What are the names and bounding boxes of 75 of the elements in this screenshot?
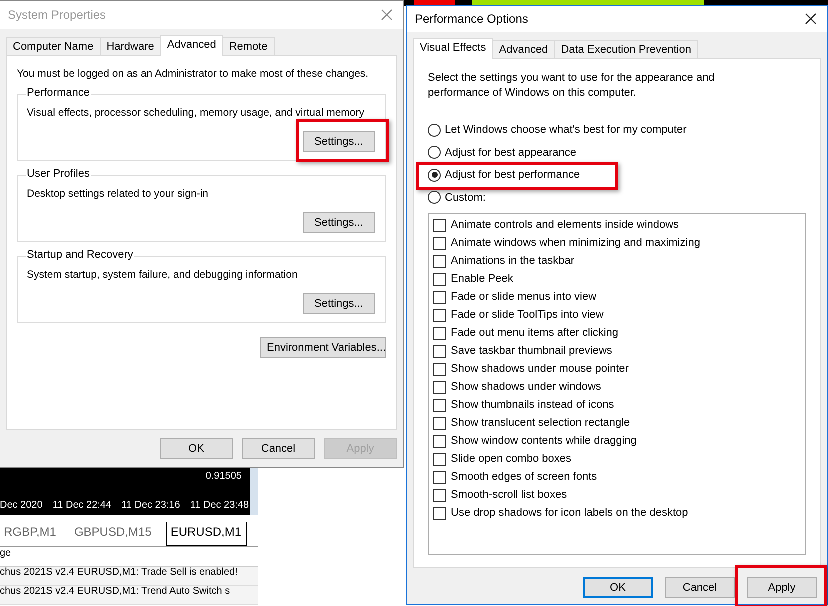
radio-option[interactable]: Let Windows choose what's best for my computer — [428, 122, 687, 138]
group-title: User Profiles — [26, 168, 91, 180]
group-title: Performance — [26, 87, 91, 100]
checkbox-icon[interactable] — [433, 290, 446, 304]
group-description: Visual effects, processor scheduling, memory usage, and virtual memory — [27, 107, 365, 120]
checkbox-icon[interactable] — [433, 416, 446, 430]
tab[interactable]: Visual Effects — [413, 38, 494, 59]
checkbox-option[interactable]: Enable Peek — [433, 270, 801, 288]
checkbox-option[interactable]: Show thumbnails instead of icons — [433, 396, 801, 414]
checkbox-option[interactable]: Animations in the taskbar — [433, 252, 801, 270]
notice-text: You must be logged on as an Administrator to make most of these changes. — [17, 68, 369, 80]
checkbox-option[interactable]: Fade or slide ToolTips into view — [433, 306, 801, 324]
window-title: System Properties — [8, 8, 106, 22]
dialog-button[interactable]: Cancel — [665, 577, 735, 598]
checkbox-option[interactable]: Animate controls and elements inside windows — [433, 216, 801, 234]
checkbox-option[interactable]: Fade or slide menus into view — [433, 288, 801, 306]
radio-icon[interactable] — [428, 146, 441, 160]
checkbox-icon[interactable] — [433, 434, 446, 448]
checkbox-option[interactable]: Animate windows when minimizing and maximizing — [433, 234, 801, 252]
checkbox-option[interactable]: Fade out menu items after clicking — [433, 324, 801, 342]
chart-tab[interactable]: EURUSD,M1 — [166, 522, 247, 546]
group-description: System startup, system failure, and debugging information — [27, 269, 298, 282]
checkbox-icon[interactable] — [433, 398, 446, 412]
time-label: 11 Dec 23:48 — [190, 500, 250, 511]
time-label: 11 Dec 22:44 — [52, 500, 112, 511]
radio-icon[interactable] — [428, 168, 441, 182]
group-title: Startup and Recovery — [26, 249, 134, 262]
checkbox-option[interactable]: Smooth-scroll list boxes — [433, 486, 801, 504]
radio-icon[interactable] — [428, 124, 441, 137]
chart-tab[interactable]: GBPUSD,M15 — [70, 522, 156, 546]
tab[interactable]: Data Execution Prevention — [554, 40, 698, 59]
tab[interactable]: Remote — [222, 37, 275, 56]
checkbox-icon[interactable] — [433, 272, 446, 286]
checkbox-icon[interactable] — [433, 452, 446, 466]
checkbox-option[interactable]: Show translucent selection rectangle — [433, 414, 801, 432]
time-label: 11 Dec 23:16 — [122, 500, 180, 511]
checkbox-option[interactable]: Smooth edges of screen fonts — [433, 468, 801, 486]
price-label: 0.91505 — [206, 471, 242, 482]
checkbox-icon[interactable] — [433, 254, 446, 268]
checkbox-icon[interactable] — [433, 488, 446, 502]
checkbox-option[interactable]: Slide open combo boxes — [433, 450, 801, 468]
radio-icon[interactable] — [428, 191, 441, 204]
checkbox-option[interactable]: Show window contents while dragging — [433, 432, 801, 450]
settings-button[interactable]: Settings... — [303, 131, 375, 152]
checkbox-option[interactable]: Show shadows under windows — [433, 378, 801, 396]
environment-variables-button[interactable]: Environment Variables... — [260, 337, 386, 358]
radio-option[interactable]: Adjust for best performance — [428, 167, 580, 184]
radio-option[interactable]: Adjust for best appearance — [428, 144, 576, 161]
checkbox-icon[interactable] — [433, 344, 446, 358]
checkbox-icon[interactable] — [433, 470, 446, 484]
close-icon[interactable] — [805, 13, 817, 25]
description-text: Select the settings you want to use for the appearance and performance of Windows on this computer. — [428, 71, 716, 101]
checkbox-option[interactable]: Use drop shadows for icon labels on the desktop — [433, 504, 801, 522]
dialog-button[interactable]: Apply — [747, 577, 817, 598]
settings-button[interactable]: Settings... — [303, 293, 375, 314]
radio-option[interactable]: Custom: — [428, 190, 486, 206]
checkbox-icon[interactable] — [433, 236, 446, 250]
dialog-button[interactable]: OK — [583, 577, 653, 598]
chart-tab[interactable]: RGBP,M1 — [0, 522, 60, 546]
dialog-button[interactable]: OK — [160, 438, 233, 459]
checkbox-icon[interactable] — [433, 326, 446, 340]
window-title: Performance Options — [415, 12, 528, 26]
time-label: Dec 2020 — [0, 500, 43, 511]
checkbox-option[interactable]: Save taskbar thumbnail previews — [433, 342, 801, 360]
checkbox-option[interactable]: Show shadows under mouse pointer — [433, 360, 801, 378]
dialog-button[interactable]: Cancel — [242, 438, 315, 459]
group-description: Desktop settings related to your sign-in — [27, 188, 209, 200]
tab[interactable]: Advanced — [160, 35, 224, 56]
checkbox-icon[interactable] — [433, 308, 446, 322]
checkbox-icon[interactable] — [433, 506, 446, 520]
checkbox-icon[interactable] — [433, 380, 446, 394]
checkbox-icon[interactable] — [433, 362, 446, 376]
settings-button[interactable]: Settings... — [303, 212, 375, 234]
tab[interactable]: Computer Name — [6, 37, 101, 56]
checkbox-icon[interactable] — [433, 218, 446, 232]
